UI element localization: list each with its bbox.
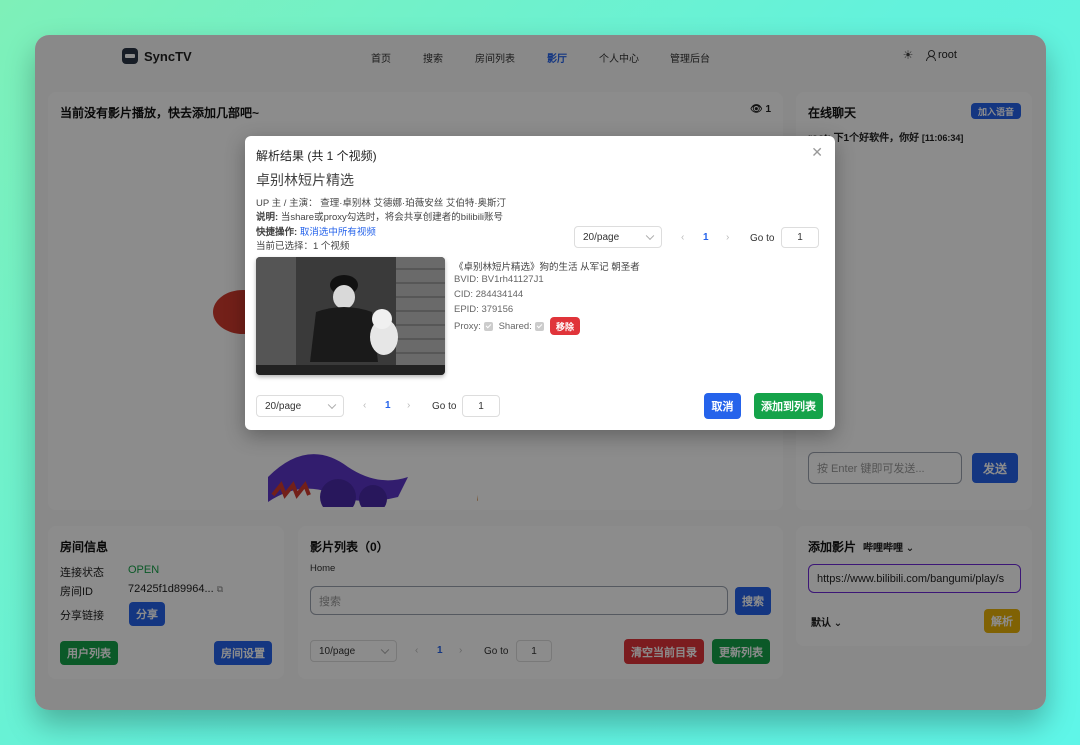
proxy-label: Proxy: — [454, 321, 481, 332]
proxy-checkbox[interactable] — [483, 321, 493, 331]
parse-result-modal: ✕ 解析结果 (共 1 个视频) 卓别林短片精选 UP 主 / 主演： 查理·卓… — [245, 136, 835, 430]
bottom-goto-input[interactable]: 1 — [462, 395, 500, 417]
bottom-goto-label: Go to — [432, 401, 457, 412]
modal-heading: 解析结果 (共 1 个视频) — [256, 149, 377, 163]
top-page-size-value: 20/page — [583, 231, 620, 243]
description-text: 当share或proxy勾选时，将会共享创建者的bilibili账号 — [280, 212, 504, 223]
top-current-page[interactable]: 1 — [703, 232, 709, 243]
bottom-page-size-select[interactable]: 20/page — [256, 395, 344, 417]
bottom-page-size-value: 20/page — [265, 400, 302, 412]
modal-title: 卓别林短片精选 — [256, 172, 354, 188]
deselect-all-link[interactable]: 取消选中所有视频 — [300, 227, 376, 238]
description: 说明: 当share或proxy勾选时，将会共享创建者的bilibili账号 — [256, 209, 503, 223]
bottom-current-page[interactable]: 1 — [385, 400, 391, 411]
chevron-down-icon — [327, 400, 337, 410]
up-line: UP 主 / 主演： 查理·卓别林 艾德娜·珀薇安丝 艾伯特·奥斯汀 — [256, 198, 506, 209]
description-label: 说明: — [256, 212, 279, 223]
video-epid: EPID: 379156 — [454, 304, 514, 315]
cancel-button[interactable]: 取消 — [704, 393, 741, 419]
quick-actions: 快捷操作: 取消选中所有视频 — [256, 224, 376, 238]
top-goto-label: Go to — [750, 233, 775, 244]
quick-actions-label: 快捷操作: — [256, 227, 298, 238]
prev-page-icon[interactable]: ‹ — [681, 232, 684, 243]
remove-video-button[interactable]: 移除 — [550, 317, 580, 335]
next-page-icon[interactable]: › — [407, 400, 410, 411]
add-to-list-button[interactable]: 添加到列表 — [754, 393, 823, 419]
prev-page-icon[interactable]: ‹ — [363, 400, 366, 411]
top-page-size-select[interactable]: 20/page — [574, 226, 662, 248]
video-name: 《卓别林短片精选》狗的生活 从军记 朝圣者 — [454, 262, 640, 273]
video-cid: CID: 284434144 — [454, 289, 524, 300]
thumbnail-image — [256, 257, 445, 375]
shared-label: Shared: — [498, 321, 532, 332]
close-icon[interactable]: ✕ — [811, 144, 823, 161]
chevron-down-icon — [645, 231, 655, 241]
shared-checkbox[interactable] — [534, 321, 544, 331]
next-page-icon[interactable]: › — [726, 232, 729, 243]
selected-count: 当前已选择：1 个视频 — [256, 241, 350, 252]
top-goto-input[interactable]: 1 — [781, 227, 819, 248]
video-thumbnail[interactable] — [256, 257, 445, 375]
video-bvid: BVID: BV1rh41127J1 — [454, 274, 544, 285]
video-options: Proxy: Shared: — [454, 321, 547, 332]
